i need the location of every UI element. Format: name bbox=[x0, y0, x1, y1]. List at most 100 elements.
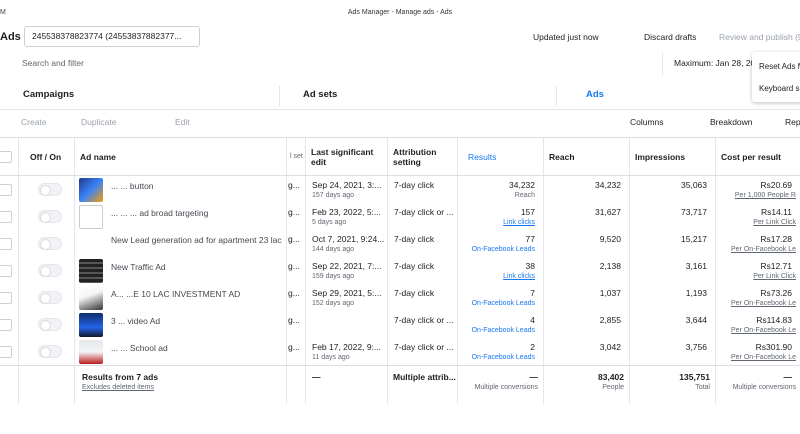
results-value: 77 bbox=[525, 234, 535, 244]
header-last-edit[interactable]: Last significant edit bbox=[305, 138, 387, 176]
ad-set-cell: g... bbox=[288, 311, 305, 338]
date-range-picker[interactable]: Maximum: Jan 28, 20 bbox=[674, 58, 755, 68]
menu-item-reset[interactable]: Reset Ads M bbox=[759, 62, 800, 71]
horizontal-scroll-area[interactable] bbox=[0, 404, 800, 434]
results-cell: 157 Link clicks bbox=[457, 203, 543, 230]
ad-toggle[interactable] bbox=[38, 210, 62, 223]
tab-ad-sets[interactable]: Ad sets bbox=[303, 89, 337, 100]
totals-cost-sub: Multiple conversions bbox=[732, 384, 796, 391]
row-checkbox[interactable] bbox=[0, 265, 12, 277]
ad-set-value: g... bbox=[288, 342, 300, 352]
account-selector[interactable]: 245538378823774 (24553837882377... bbox=[24, 26, 200, 47]
ad-set-value: g... bbox=[288, 207, 300, 217]
breakdown-button[interactable]: Breakdown bbox=[710, 117, 753, 127]
divider bbox=[556, 86, 557, 106]
tab-ads[interactable]: Ads bbox=[586, 89, 604, 100]
table-row[interactable]: ... ... button g... Sep 24, 2021, 3:... … bbox=[0, 176, 800, 203]
ad-toggle[interactable] bbox=[38, 183, 62, 196]
edit-button[interactable]: Edit bbox=[175, 117, 190, 127]
ad-name-link[interactable]: 3 ... video Ad bbox=[111, 316, 160, 326]
row-checkbox[interactable] bbox=[0, 184, 12, 196]
impressions-value: 3,756 bbox=[685, 342, 707, 352]
header-cost-per-result[interactable]: Cost per result bbox=[715, 138, 800, 176]
ad-name-link[interactable]: ... ... ... ad broad targeting bbox=[111, 208, 208, 218]
row-checkbox[interactable] bbox=[0, 292, 12, 304]
results-cell: 2 On-Facebook Leads bbox=[457, 338, 543, 365]
row-checkbox[interactable] bbox=[0, 211, 12, 223]
create-button[interactable]: Create bbox=[21, 117, 47, 127]
header-results[interactable]: Results bbox=[462, 138, 543, 176]
table-row[interactable]: New Traffic Ad g... Sep 22, 2021, 7:... … bbox=[0, 257, 800, 284]
ad-toggle[interactable] bbox=[38, 318, 62, 331]
tab-campaigns[interactable]: Campaigns bbox=[23, 89, 74, 100]
last-edit-cell: Oct 7, 2021, 9:24... 144 days ago bbox=[305, 230, 387, 257]
impressions-value: 35,063 bbox=[681, 180, 707, 190]
ad-toggle[interactable] bbox=[38, 237, 62, 250]
level-tabs: Campaigns Ad sets Ads bbox=[0, 80, 800, 110]
last-edit-date: Sep 24, 2021, 3:... bbox=[312, 180, 382, 190]
ad-set-value: g... bbox=[288, 288, 300, 298]
impressions-value: 73,717 bbox=[681, 207, 707, 217]
table-row[interactable]: ... ... School ad g... Feb 17, 2022, 9:.… bbox=[0, 338, 800, 365]
reach-cell: 1,037 bbox=[543, 284, 629, 311]
table-header: Off / On Ad name l set Last significant … bbox=[0, 138, 800, 176]
row-checkbox[interactable] bbox=[0, 319, 12, 331]
ad-name-link[interactable]: ... ... School ad bbox=[111, 343, 168, 353]
header-attribution[interactable]: Attribution setting bbox=[387, 138, 457, 176]
header-ad-name[interactable]: Ad name bbox=[74, 138, 286, 176]
attribution-cell: 7-day click or ... bbox=[387, 203, 457, 230]
page-title: Ads bbox=[0, 31, 21, 43]
last-edit-cell: Feb 17, 2022, 9:... 11 days ago bbox=[305, 338, 387, 365]
table-row[interactable]: ... ... ... ad broad targeting g... Feb … bbox=[0, 203, 800, 230]
last-edit-ago: 144 days ago bbox=[312, 246, 355, 253]
results-value: 7 bbox=[530, 288, 535, 298]
ad-set-cell: g... bbox=[288, 284, 305, 311]
table-row[interactable]: New Lead generation ad for apartment 23 … bbox=[0, 230, 800, 257]
header-ad-set[interactable]: l set bbox=[284, 138, 306, 176]
cost-value: Rs14.11 bbox=[760, 207, 792, 217]
row-checkbox[interactable] bbox=[0, 346, 12, 358]
impressions-value: 3,644 bbox=[685, 315, 707, 325]
ad-thumbnail bbox=[79, 232, 103, 256]
review-publish-button[interactable]: Review and publish (9 bbox=[719, 32, 800, 42]
discard-drafts-button[interactable]: Discard drafts bbox=[644, 32, 696, 42]
duplicate-button[interactable]: Duplicate bbox=[81, 117, 116, 127]
results-type: On-Facebook Leads bbox=[471, 300, 535, 307]
header-reach[interactable]: Reach bbox=[543, 138, 629, 176]
totals-reach: 83,402 bbox=[598, 372, 624, 382]
reports-button[interactable]: Rep bbox=[785, 117, 800, 127]
table-row[interactable]: A... ...E 10 LAC INVESTMENT AD g... Sep … bbox=[0, 284, 800, 311]
results-cell: 38 Link clicks bbox=[457, 257, 543, 284]
table-row[interactable]: 3 ... video Ad g... 7-day click or ... 4… bbox=[0, 311, 800, 338]
ad-toggle[interactable] bbox=[38, 264, 62, 277]
header-off-on[interactable]: Off / On bbox=[24, 138, 74, 176]
ad-name-link[interactable]: A... ...E 10 LAC INVESTMENT AD bbox=[111, 289, 240, 299]
reach-value: 2,855 bbox=[599, 315, 621, 325]
ads-table: Off / On Ad name l set Last significant … bbox=[0, 137, 800, 405]
menu-item-keyboard[interactable]: Keyboard s bbox=[759, 84, 799, 93]
impressions-cell: 1,193 bbox=[629, 284, 715, 311]
columns-button[interactable]: Columns bbox=[630, 117, 664, 127]
ad-name-link[interactable]: New Lead generation ad for apartment 23 … bbox=[111, 235, 282, 245]
search-filter-input[interactable]: Search and filter bbox=[22, 58, 84, 68]
select-all-checkbox[interactable] bbox=[0, 151, 12, 163]
ad-name-link[interactable]: New Traffic Ad bbox=[111, 262, 166, 272]
cost-cell: Rs14.11 Per Link Click bbox=[715, 203, 800, 230]
header-impressions[interactable]: Impressions bbox=[629, 138, 715, 176]
last-edit-cell: Sep 24, 2021, 3:... 157 days ago bbox=[305, 176, 387, 203]
ad-toggle[interactable] bbox=[38, 345, 62, 358]
last-edit-cell: Sep 22, 2021, 7:... 159 days ago bbox=[305, 257, 387, 284]
cost-value: Rs12.71 bbox=[760, 261, 792, 271]
ad-name-link[interactable]: ... ... button bbox=[111, 181, 154, 191]
last-edit-date: Oct 7, 2021, 9:24... bbox=[312, 234, 385, 244]
ad-set-cell: g... bbox=[288, 176, 305, 203]
results-cell: 77 On-Facebook Leads bbox=[457, 230, 543, 257]
last-edit-ago: 152 days ago bbox=[312, 300, 355, 307]
totals-results: — bbox=[529, 372, 539, 382]
reach-value: 1,037 bbox=[599, 288, 621, 298]
search-row: Search and filter Maximum: Jan 28, 20 bbox=[0, 52, 800, 76]
ad-toggle[interactable] bbox=[38, 291, 62, 304]
row-checkbox[interactable] bbox=[0, 238, 12, 250]
attribution-value: 7-day click bbox=[394, 261, 435, 271]
last-edit-date: Sep 29, 2021, 5:... bbox=[312, 288, 382, 298]
